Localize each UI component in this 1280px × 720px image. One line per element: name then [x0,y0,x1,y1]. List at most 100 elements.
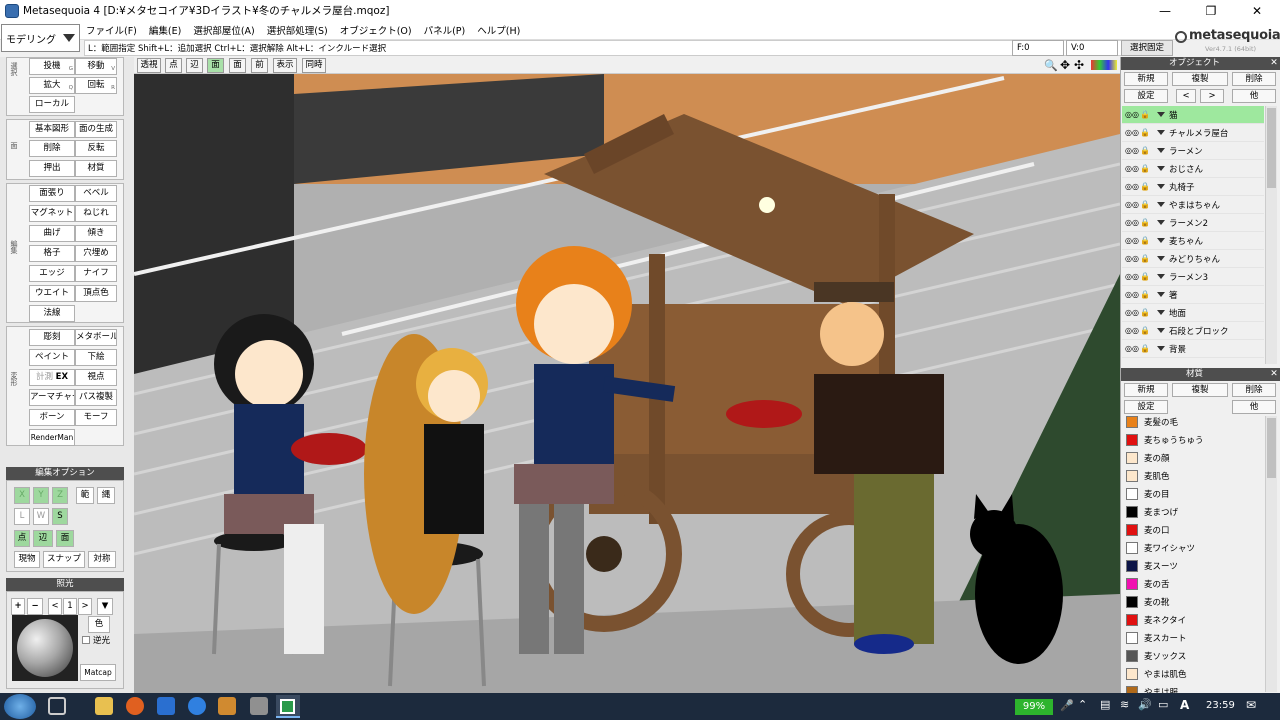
cmd-material[interactable]: 材質 [75,160,117,177]
matcap-button[interactable]: Matcap [80,664,116,681]
cmd-paint[interactable]: ペイント [29,349,75,366]
object-row[interactable]: ◎◎ 🔒 石段とブロック [1122,322,1264,340]
cmd-move[interactable]: 移動 V [75,58,117,75]
wifi-icon[interactable]: ≋ [1120,698,1129,711]
chevron-down-icon[interactable] [1157,346,1165,351]
ime-icon[interactable]: A [1180,698,1189,712]
mic-icon[interactable]: 🎤 [1060,699,1074,712]
cmd-magnet[interactable]: マグネット [29,205,75,222]
menu-item[interactable]: パネル(P) [424,23,466,37]
edge-view-button[interactable]: 辺 [186,58,203,73]
material-duplicate-button[interactable]: 複製 [1172,383,1228,397]
object-row[interactable]: ◎◎ 🔒 やまはちゃん [1122,196,1264,214]
chevron-down-icon[interactable] [1157,274,1165,279]
cmd-metaball[interactable]: メタボール [75,329,117,346]
visibility-icon[interactable]: ◎◎ [1125,326,1139,336]
lock-icon[interactable]: 🔒 [1140,146,1150,156]
cmd-weight[interactable]: ウエイト [29,285,75,302]
chevron-down-icon[interactable] [1157,292,1165,297]
lasso-button[interactable]: 縄 [97,487,115,504]
firefox-icon[interactable] [126,697,144,715]
chevron-down-icon[interactable] [1157,256,1165,261]
cmd-rotate[interactable]: 回転 R [75,77,117,94]
visibility-icon[interactable]: ◎◎ [1125,182,1139,192]
object-more-button[interactable]: 他 [1232,89,1276,103]
object-row[interactable]: ◎◎ 🔒 ラーメン2 [1122,214,1264,232]
edge-icon[interactable] [188,697,206,715]
object-up-button[interactable]: < [1176,89,1196,103]
network-icon[interactable]: ▤ [1100,698,1110,711]
cmd-face-gen[interactable]: 面の生成 [75,121,117,138]
lock-icon[interactable]: 🔒 [1140,218,1150,228]
material-row[interactable]: 麦まつげ [1122,503,1264,521]
chevron-down-icon[interactable] [1157,220,1165,225]
chevron-down-icon[interactable] [1157,112,1165,117]
cmd-underlay[interactable]: 下絵 [75,349,117,366]
material-row[interactable]: 麦髪の毛 [1122,413,1264,431]
menu-item[interactable]: 選択部処理(S) [267,23,328,37]
object-row[interactable]: ◎◎ 🔒 地面 [1122,304,1264,322]
material-list-scrollbar[interactable] [1265,416,1277,692]
chevron-down-icon[interactable] [1157,166,1165,171]
file-explorer-icon[interactable] [95,697,113,715]
cmd-measure[interactable]: 計測 EX [29,369,75,386]
lock-icon[interactable]: 🔒 [1140,344,1150,354]
cmd-armature[interactable]: アーマチャー [29,389,75,406]
front-view-button[interactable]: 前 [251,58,268,73]
select-lock-button[interactable]: 選択固定 [1121,40,1173,56]
visibility-icon[interactable]: ◎◎ [1125,272,1139,282]
visibility-icon[interactable]: ◎◎ [1125,110,1139,120]
option-l-toggle[interactable]: L [14,508,30,525]
backlight-checkbox[interactable] [82,636,90,644]
visibility-icon[interactable]: ◎◎ [1125,146,1139,156]
minimize-button[interactable]: — [1142,0,1188,21]
object-row[interactable]: ◎◎ 🔒 麦ちゃん [1122,232,1264,250]
light-sphere-preview[interactable] [12,615,78,681]
cmd-scale[interactable]: 拡大 Q [29,77,75,94]
material-row[interactable]: 麦スーツ [1122,557,1264,575]
task-view-icon[interactable] [48,697,66,715]
mode-select[interactable]: モデリング [1,24,80,52]
cmd-tilt[interactable]: 傾き [75,225,117,242]
object-row[interactable]: ◎◎ 🔒 ラーメン [1122,142,1264,160]
visibility-icon[interactable]: ◎◎ [1125,200,1139,210]
axis-y-toggle[interactable]: Y [33,487,49,504]
visibility-icon[interactable]: ◎◎ [1125,344,1139,354]
visibility-icon[interactable]: ◎◎ [1125,128,1139,138]
color-palette-icon[interactable] [1091,60,1117,70]
face-view-button-2[interactable]: 面 [229,58,246,73]
cmd-extrude[interactable]: 押出 [29,160,75,177]
object-row[interactable]: ◎◎ 🔒 みどりちゃん [1122,250,1264,268]
object-row[interactable]: ◎◎ 🔒 箸 [1122,286,1264,304]
visibility-icon[interactable]: ◎◎ [1125,254,1139,264]
chevron-down-icon[interactable] [1157,238,1165,243]
lock-icon[interactable]: 🔒 [1140,236,1150,246]
close-icon[interactable]: ✕ [1268,57,1280,70]
lock-icon[interactable]: 🔒 [1140,254,1150,264]
material-settings-button[interactable]: 設定 [1124,400,1168,414]
lock-icon[interactable]: 🔒 [1140,290,1150,300]
battery-icon[interactable]: ▭ [1158,698,1168,711]
chevron-down-icon[interactable] [1157,328,1165,333]
maximize-button[interactable]: ❐ [1188,0,1234,21]
object-row[interactable]: ◎◎ 🔒 チャルメラ屋台 [1122,124,1264,142]
material-row[interactable]: 麦ソックス [1122,647,1264,665]
display-button[interactable]: 表示 [273,58,297,73]
remove-light-button[interactable]: − [27,598,43,615]
start-button[interactable] [4,694,36,719]
object-row[interactable]: ◎◎ 🔒 背景 [1122,340,1264,358]
option-s-toggle[interactable]: S [52,508,68,525]
face-view-button[interactable]: 面 [207,58,224,73]
cmd-select[interactable]: 投機 G [29,58,75,75]
cmd-local[interactable]: ローカル [29,96,75,113]
light-color-button[interactable]: 色 [88,616,110,633]
cmd-sculpt[interactable]: 彫刻 [29,329,75,346]
3d-viewport[interactable] [134,74,1120,693]
perspective-button[interactable]: 透視 [137,58,161,73]
lock-icon[interactable]: 🔒 [1140,182,1150,192]
calculator-icon[interactable] [250,697,268,715]
cmd-normal[interactable]: 法線 [29,305,75,322]
axis-z-toggle[interactable]: Z [52,487,68,504]
chevron-down-icon[interactable] [1157,202,1165,207]
metasequoia-task[interactable] [276,695,300,718]
